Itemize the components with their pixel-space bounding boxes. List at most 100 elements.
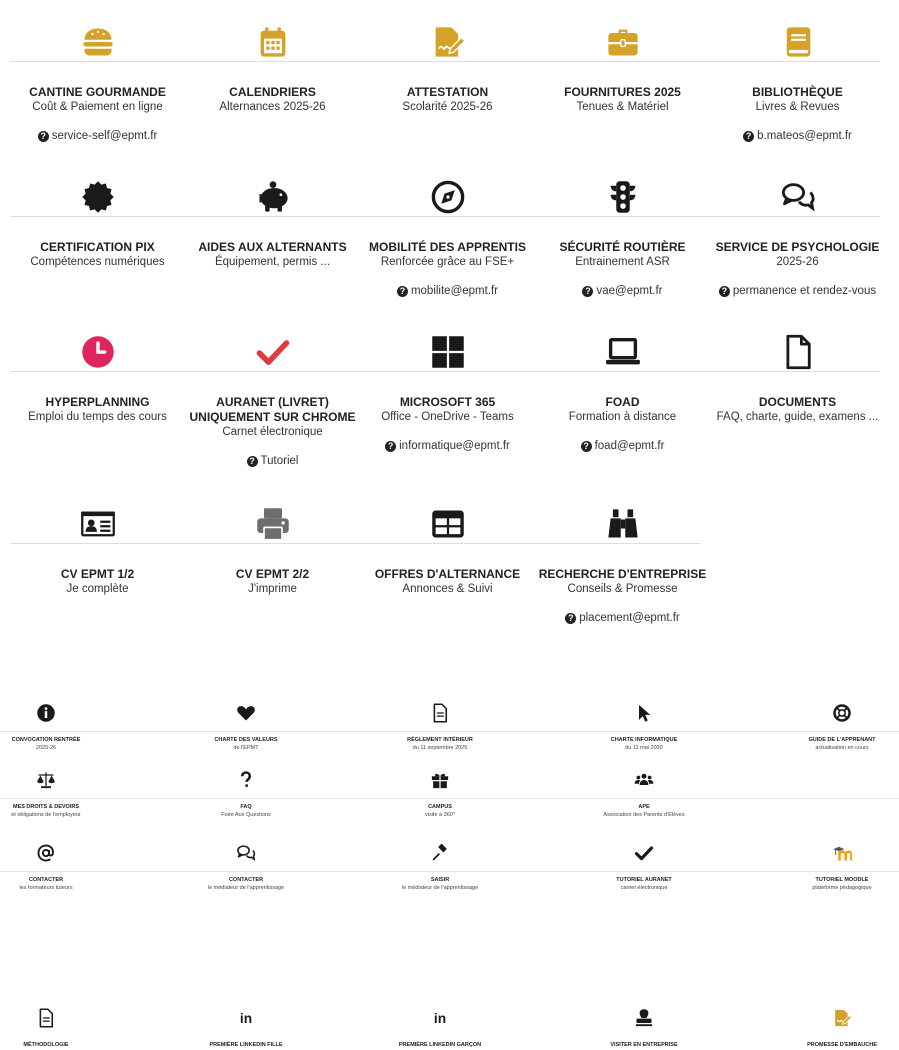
quick-link-tile[interactable]: CONTACTER les formateurs tuteurs: [0, 840, 136, 892]
service-tile[interactable]: FOURNITURES 2025 Tenues & Matériel: [535, 12, 710, 115]
laptop-icon[interactable]: [535, 322, 710, 382]
tile-title[interactable]: MOBILITÉ DES APPRENTIS: [360, 240, 535, 255]
traffic-light-icon[interactable]: [535, 167, 710, 227]
table-icon[interactable]: [360, 494, 535, 554]
quick-link-title[interactable]: APE: [554, 803, 734, 811]
quick-link-title[interactable]: CONVOCATION RENTRÉE: [0, 736, 136, 744]
clock-icon[interactable]: [10, 322, 185, 382]
tile-title[interactable]: CALENDRIERS: [185, 85, 360, 100]
quick-link-tile[interactable]: TUTORIEL MOODLE plateforme pédagogique: [752, 840, 899, 892]
quick-link-tile[interactable]: Promesse d'embauche: [752, 1005, 899, 1049]
quick-link-title[interactable]: CHARTE DES VALEURS: [156, 736, 336, 744]
service-tile[interactable]: OFFRES D'ALTERNANCE Annonces & Suivi: [360, 494, 535, 597]
document-icon[interactable]: [0, 1005, 136, 1031]
service-tile[interactable]: BIBLIOTHÈQUE Livres & Revues? b.mateos@epm…: [710, 12, 885, 144]
quick-link-tile[interactable]: CHARTE INFORMATIQUE du 11 mai 2020: [554, 700, 734, 752]
contact-link[interactable]: ? Tutoriel: [246, 454, 298, 469]
quick-link-tile[interactable]: SAISIR le médiateur de l'apprentissage: [350, 840, 530, 892]
service-tile[interactable]: CV EPMT 2/2 J'imprime: [185, 494, 360, 597]
quick-link-tile[interactable]: CAMPUS visite à 360°: [350, 767, 530, 819]
question-icon[interactable]: [156, 767, 336, 793]
tile-title[interactable]: FOAD: [535, 395, 710, 410]
tile-title[interactable]: CV EPMT 1/2: [10, 567, 185, 582]
quick-link-tile[interactable]: CONVOCATION RENTRÉE 2025-26: [0, 700, 136, 752]
contact-link[interactable]: ? placement@epmt.fr: [565, 611, 680, 626]
quick-link-title[interactable]: CHARTE INFORMATIQUE: [554, 736, 734, 744]
file-icon[interactable]: [710, 322, 885, 382]
quick-link-tile[interactable]: APE Association des Parents d'Élèves: [554, 767, 734, 819]
quick-link-title[interactable]: SAISIR: [350, 876, 530, 884]
contact-link[interactable]: ? mobilite@epmt.fr: [396, 284, 498, 299]
quick-link-title[interactable]: Visiter en entreprise: [554, 1041, 734, 1049]
tile-title[interactable]: SÉCURITÉ ROUTIÈRE: [535, 240, 710, 255]
quick-link-tile[interactable]: in Première LinkedIn Garçon: [350, 1005, 530, 1049]
tile-title[interactable]: CV EPMT 2/2: [185, 567, 360, 582]
quick-link-tile[interactable]: CONTACTER le médiateur de l'apprentissage: [156, 840, 336, 892]
printer-icon[interactable]: [185, 494, 360, 554]
service-tile[interactable]: SÉCURITÉ ROUTIÈRE Entrainement ASR? vae@ep…: [535, 167, 710, 299]
contact-link[interactable]: ? service-self@epmt.fr: [37, 129, 157, 144]
contact-link[interactable]: ? vae@epmt.fr: [582, 284, 663, 299]
certificate-icon[interactable]: [10, 167, 185, 227]
tile-title[interactable]: HYPERPLANNING: [10, 395, 185, 410]
quick-link-title[interactable]: Première LinkedIn Garçon: [350, 1041, 530, 1049]
tile-title[interactable]: MICROSOFT 365: [360, 395, 535, 410]
quick-link-title[interactable]: Première LinkedIn Fille: [156, 1041, 336, 1049]
stamp-icon[interactable]: [554, 1005, 734, 1031]
calendar-icon[interactable]: [185, 12, 360, 72]
service-tile[interactable]: CERTIFICATION PIX Compétences numériques: [10, 167, 185, 270]
quick-link-title[interactable]: Promesse d'embauche: [752, 1041, 899, 1049]
linkedin-icon[interactable]: in: [156, 1005, 336, 1031]
check-icon[interactable]: [185, 322, 360, 382]
service-tile[interactable]: MICROSOFT 365 Office - OneDrive - Teams? i…: [360, 322, 535, 454]
quick-link-title[interactable]: RÈGLEMENT INTÉRIEUR: [350, 736, 530, 744]
service-tile[interactable]: AURANET (LIVRET) UNIQUEMENT SUR CHROME Car…: [185, 322, 360, 469]
tile-title[interactable]: DOCUMENTS: [710, 395, 885, 410]
linkedin-icon[interactable]: in: [350, 1005, 530, 1031]
contact-link[interactable]: ? foad@epmt.fr: [580, 439, 664, 454]
service-tile[interactable]: MOBILITÉ DES APPRENTIS Renforcée grâce au…: [360, 167, 535, 299]
quick-link-tile[interactable]: TUTORIEL AURANET carnet électronique: [554, 840, 734, 892]
comments-icon[interactable]: [156, 840, 336, 866]
book-icon[interactable]: [710, 12, 885, 72]
cursor-icon[interactable]: [554, 700, 734, 726]
quick-link-title[interactable]: Méthodologie: [0, 1041, 136, 1049]
service-tile[interactable]: RECHERCHE D'ENTREPRISE Conseils & Promess…: [535, 494, 710, 626]
service-tile[interactable]: DOCUMENTS FAQ, charte, guide, examens ...: [710, 322, 885, 425]
lifebuoy-icon[interactable]: [752, 700, 899, 726]
compass-icon[interactable]: [360, 167, 535, 227]
tile-title[interactable]: RECHERCHE D'ENTREPRISE: [535, 567, 710, 582]
contact-link[interactable]: ? permanence et rendez-vous: [718, 284, 876, 299]
service-tile[interactable]: HYPERPLANNING Emploi du temps des cours: [10, 322, 185, 425]
service-tile[interactable]: CANTINE GOURMANDE Coût & Paiement en lign…: [10, 12, 185, 144]
users-icon[interactable]: [554, 767, 734, 793]
quick-link-title[interactable]: FAQ: [156, 803, 336, 811]
service-tile[interactable]: AIDES AUX ALTERNANTS Équipement, permis .…: [185, 167, 360, 270]
service-tile[interactable]: SERVICE DE PSYCHOLOGIE 2025-26? permanence…: [710, 167, 885, 299]
piggy-bank-icon[interactable]: [185, 167, 360, 227]
quick-link-tile[interactable]: FAQ Foire Aux Questions: [156, 767, 336, 819]
quick-link-title[interactable]: MES DROITS & DEVOIRS: [0, 803, 136, 811]
quick-link-title[interactable]: CAMPUS: [350, 803, 530, 811]
check-icon[interactable]: [554, 840, 734, 866]
signature-icon[interactable]: [360, 12, 535, 72]
quick-link-title[interactable]: TUTORIEL MOODLE: [752, 876, 899, 884]
id-card-icon[interactable]: [10, 494, 185, 554]
at-icon[interactable]: [0, 840, 136, 866]
quick-link-title[interactable]: CONTACTER: [0, 876, 136, 884]
gavel-icon[interactable]: [350, 840, 530, 866]
tile-title[interactable]: BIBLIOTHÈQUE: [710, 85, 885, 100]
toolbox-icon[interactable]: [535, 12, 710, 72]
quick-link-tile[interactable]: MES DROITS & DEVOIRS et obligations de l'…: [0, 767, 136, 819]
quick-link-tile[interactable]: Visiter en entreprise: [554, 1005, 734, 1049]
quick-link-tile[interactable]: Méthodologie: [0, 1005, 136, 1049]
quick-link-tile[interactable]: in Première LinkedIn Fille: [156, 1005, 336, 1049]
quick-link-title[interactable]: CONTACTER: [156, 876, 336, 884]
binoculars-icon[interactable]: [535, 494, 710, 554]
scales-icon[interactable]: [0, 767, 136, 793]
tile-title[interactable]: SERVICE DE PSYCHOLOGIE: [710, 240, 885, 255]
tile-title[interactable]: AIDES AUX ALTERNANTS: [185, 240, 360, 255]
tile-title[interactable]: CANTINE GOURMANDE: [10, 85, 185, 100]
tile-title[interactable]: OFFRES D'ALTERNANCE: [360, 567, 535, 582]
service-tile[interactable]: CALENDRIERS Alternances 2025-26: [185, 12, 360, 115]
